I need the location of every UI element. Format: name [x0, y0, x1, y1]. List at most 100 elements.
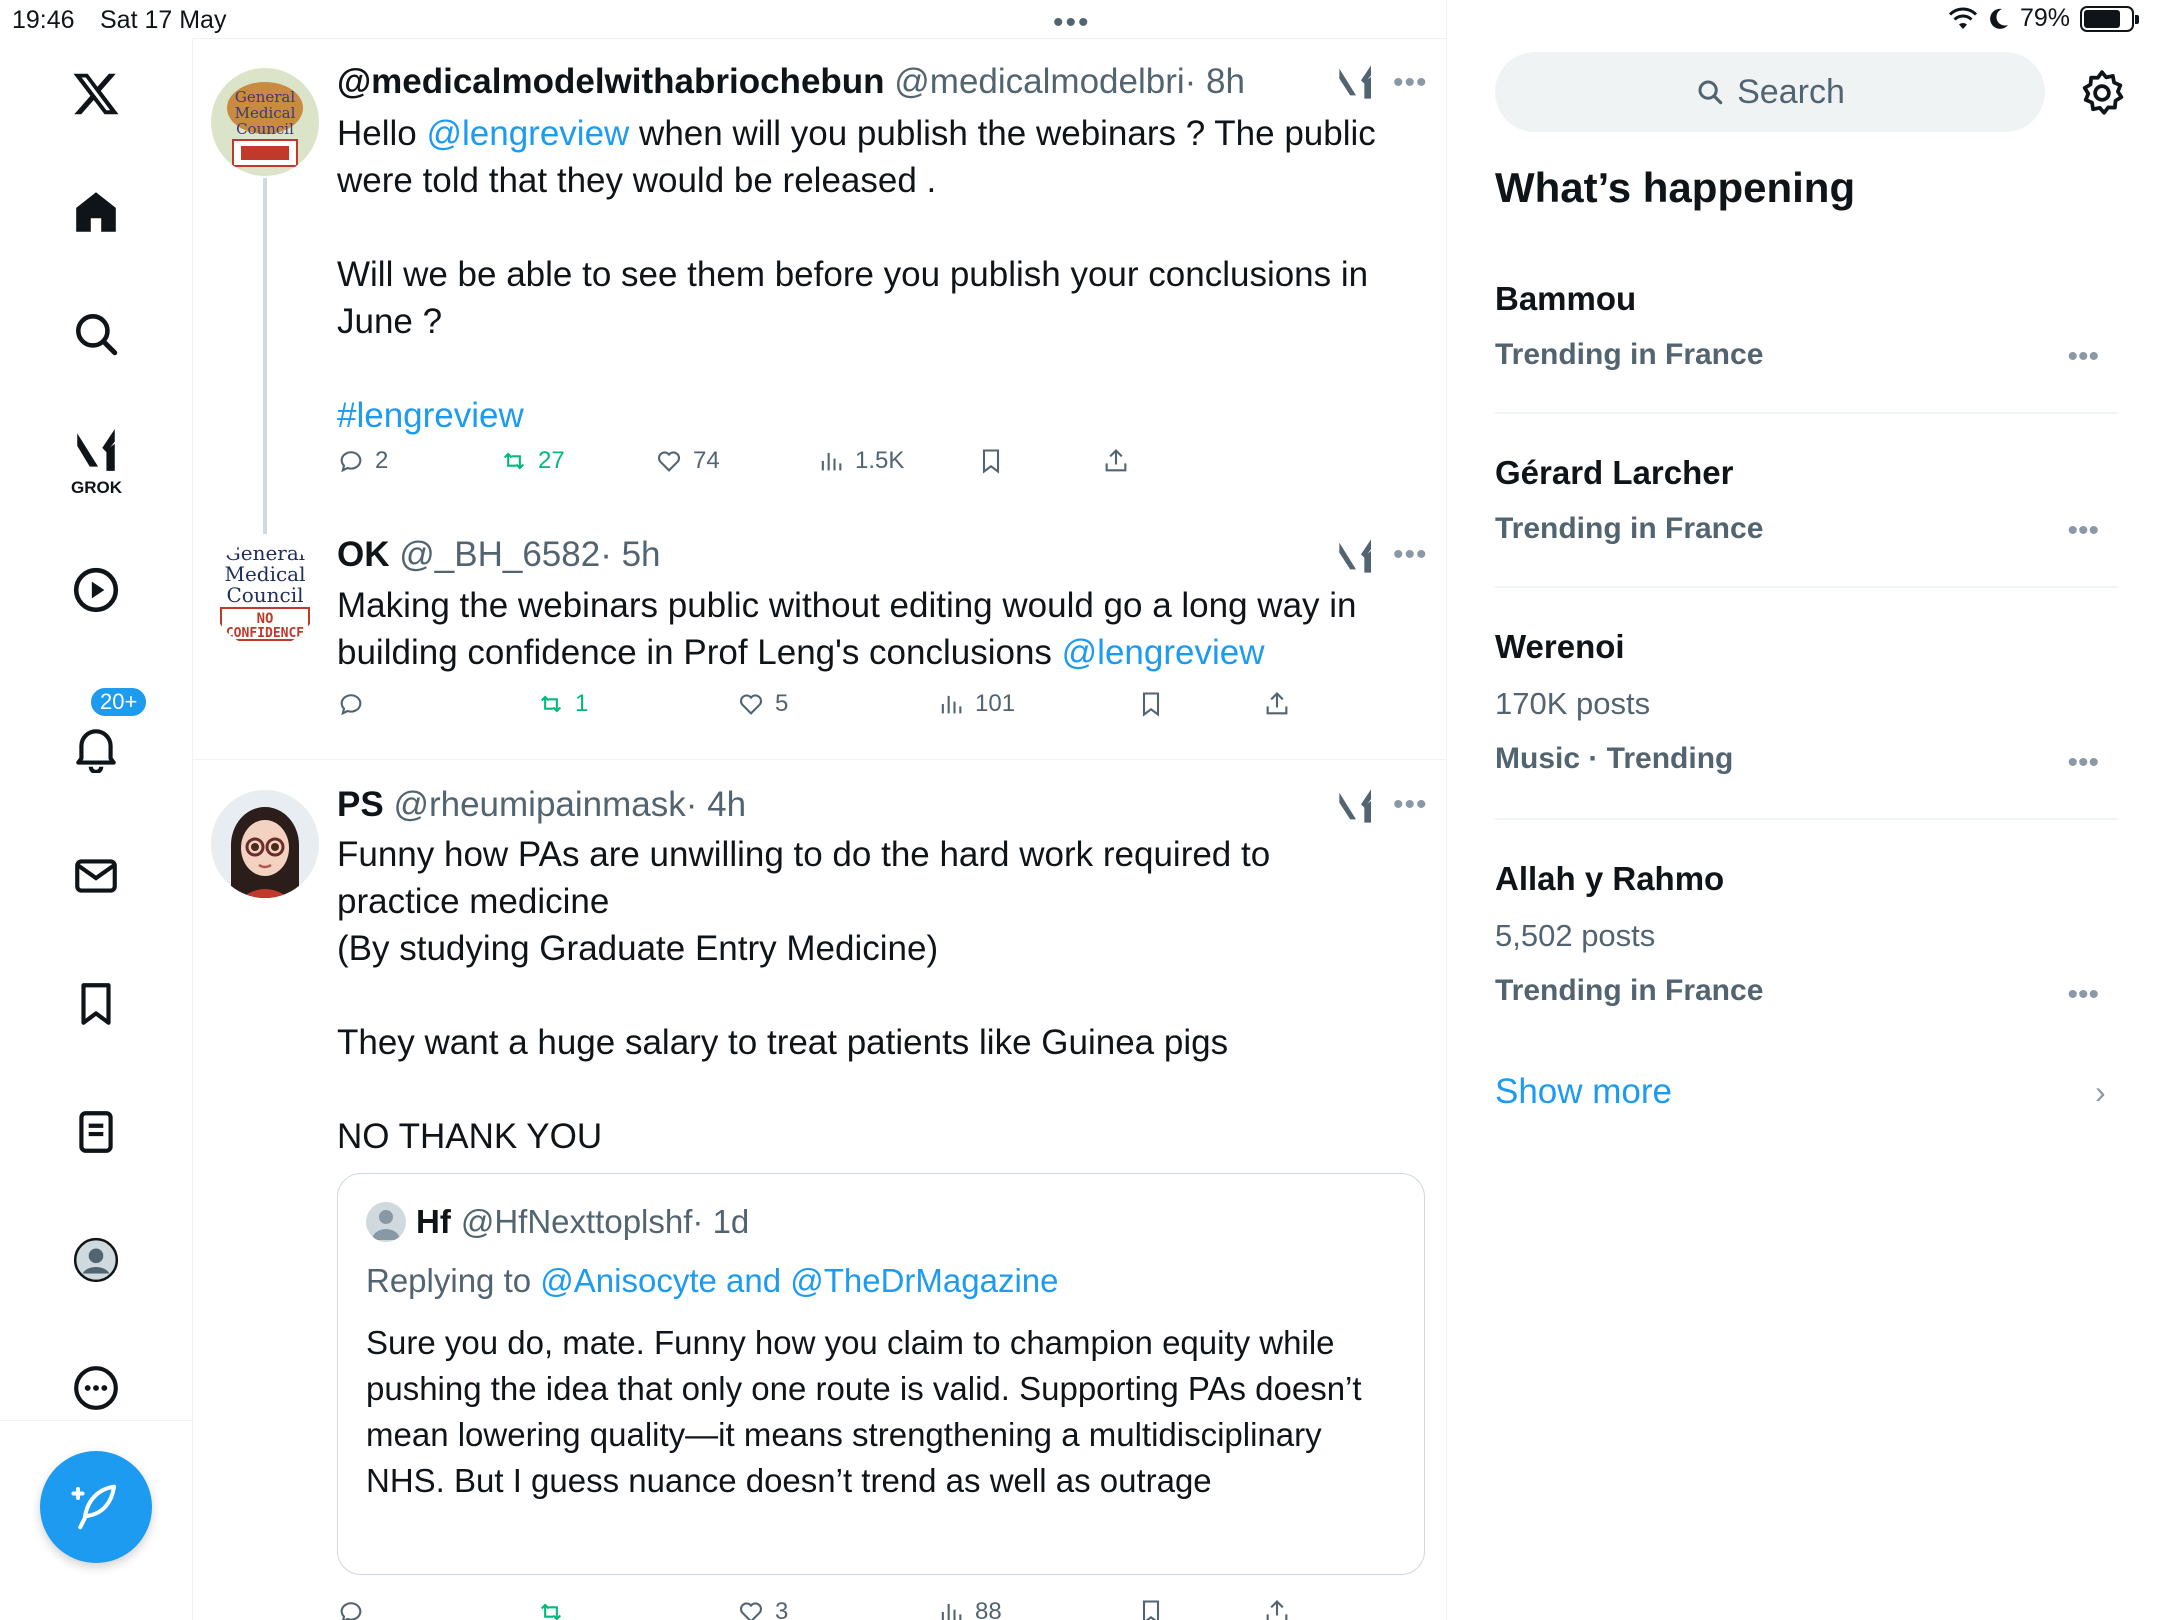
reply-button[interactable]: [337, 690, 365, 718]
share-button[interactable]: [1263, 690, 1291, 718]
trend-item[interactable]: Allah y Rahmo 5,502 posts Trending in Fr…: [1495, 860, 2117, 1011]
post-2-time[interactable]: · 5h: [600, 535, 660, 574]
like-button[interactable]: 74: [655, 447, 720, 475]
quoted-post[interactable]: Hf @HfNexttoplshf · 1d Replying to @Aniso…: [337, 1173, 1425, 1575]
status-time: 19:46: [12, 6, 75, 34]
post-2-mention-link[interactable]: @lengreview: [1062, 633, 1265, 672]
grok-explain-icon[interactable]: [1336, 786, 1376, 826]
x-logo-icon[interactable]: [64, 62, 128, 126]
grok-label: GROK: [71, 478, 122, 497]
grok-explain-icon[interactable]: [1336, 62, 1376, 102]
reply-button[interactable]: [337, 1598, 365, 1620]
post-2-handle[interactable]: @_BH_6582: [399, 535, 600, 574]
repost-icon: [540, 695, 562, 713]
messages-envelope-icon[interactable]: [64, 844, 128, 908]
trend-item[interactable]: Bammou Trending in France •••: [1495, 280, 2117, 374]
trend-more-icon[interactable]: •••: [2067, 514, 2099, 548]
post-1-name[interactable]: @medicalmodelwithabriochebun: [337, 62, 885, 101]
battery-icon: [2080, 5, 2139, 32]
post-3-header: PS @rheumipainmask· 4h: [337, 785, 746, 825]
compose-post-button[interactable]: [40, 1451, 152, 1563]
trend-meta: Music · Trending: [1495, 742, 1734, 775]
views-button[interactable]: 1.5K: [817, 447, 904, 475]
bookmark-icon: [1142, 1600, 1160, 1620]
right-sidebar: Search What’s happening Bammou Trending …: [1447, 38, 2160, 1620]
share-icon: [1266, 1600, 1288, 1620]
post-1-time[interactable]: · 8h: [1185, 62, 1245, 101]
quoted-post-time: · 1d: [692, 1203, 750, 1240]
post-1-avatar[interactable]: General Medical Council: [211, 68, 319, 176]
trend-item[interactable]: Werenoi 170K posts Music · Trending •••: [1495, 628, 2117, 779]
video-play-icon[interactable]: [64, 558, 128, 622]
chevron-right-icon[interactable]: ›: [2095, 1074, 2106, 1111]
trend-meta: Trending in France: [1495, 974, 1764, 1007]
battery-percent: 79%: [2019, 4, 2070, 32]
trend-more-icon[interactable]: •••: [2067, 340, 2099, 374]
whats-happening-title: What’s happening: [1495, 164, 1856, 211]
quoted-post-avatar[interactable]: [366, 1202, 406, 1242]
view-count: 88: [975, 1598, 1002, 1620]
post-1-hashtag-link[interactable]: #lengreview: [337, 396, 524, 435]
grok-explain-icon[interactable]: [1336, 536, 1376, 576]
like-count: 74: [693, 447, 720, 474]
reply-count: 2: [375, 447, 389, 474]
post-3-name[interactable]: PS: [337, 785, 384, 824]
post-2-more-icon[interactable]: •••: [1393, 538, 1428, 572]
post-3-handle[interactable]: @rheumipainmask: [393, 785, 685, 824]
views-button[interactable]: 88: [937, 1598, 1002, 1620]
trend-name: Werenoi: [1495, 628, 1625, 665]
show-more-link[interactable]: Show more: [1495, 1072, 1672, 1112]
repost-count: 1: [575, 690, 589, 717]
repost-button[interactable]: 27: [500, 447, 565, 475]
post-2-name[interactable]: OK: [337, 535, 390, 574]
repost-button[interactable]: 1: [537, 690, 588, 718]
bookmarks-icon[interactable]: [64, 972, 128, 1036]
bookmark-button[interactable]: [1137, 1598, 1165, 1620]
post-3-actions: 3 88: [337, 1598, 1387, 1620]
settings-gear-icon[interactable]: [2077, 68, 2127, 118]
wifi-icon: [1948, 7, 1978, 29]
bookmark-button[interactable]: [1137, 690, 1165, 718]
post-1-mention-link[interactable]: @lengreview: [426, 114, 629, 153]
bookmark-icon: [982, 449, 1000, 474]
post-1-handle[interactable]: @medicalmodelbri: [894, 62, 1184, 101]
post-2-text: Making the webinars public without editi…: [337, 582, 1387, 676]
multitasking-dots-icon[interactable]: •••: [1053, 6, 1091, 40]
like-button[interactable]: 3: [737, 1598, 788, 1620]
notifications-bell-icon[interactable]: [64, 716, 128, 780]
post-2-avatar[interactable]: General Medical Council NO CONFIDENCE: [211, 540, 319, 648]
heart-icon: [739, 694, 763, 715]
view-count: 101: [975, 690, 1016, 717]
grok-icon[interactable]: [64, 418, 128, 482]
moon-icon: [1990, 8, 2008, 29]
trend-item[interactable]: Gérard Larcher Trending in France •••: [1495, 454, 2117, 548]
explore-search-icon[interactable]: [64, 302, 128, 366]
search-icon: [1698, 80, 1723, 105]
trend-more-icon[interactable]: •••: [2067, 746, 2099, 780]
like-button[interactable]: 5: [737, 690, 788, 718]
post-3-more-icon[interactable]: •••: [1393, 788, 1428, 822]
trend-post-count: 5,502 posts: [1495, 918, 1656, 953]
trend-more-icon[interactable]: •••: [2067, 978, 2099, 1012]
repost-icon: [540, 1603, 562, 1620]
quoted-post-text: Sure you do, mate. Funny how you claim t…: [366, 1324, 1362, 1499]
reply-button[interactable]: 2: [337, 447, 388, 475]
share-button[interactable]: [1263, 1598, 1291, 1620]
more-options-icon[interactable]: [64, 1356, 128, 1420]
avatar-text-line-5: CONFIDENCE: [226, 626, 304, 641]
lists-icon[interactable]: [64, 1100, 128, 1164]
search-input[interactable]: Search: [1495, 52, 2045, 132]
top-divider: [193, 38, 1446, 39]
post-3-avatar[interactable]: [211, 790, 319, 898]
trend-meta: Trending in France: [1495, 338, 1764, 371]
post-1-more-icon[interactable]: •••: [1393, 66, 1428, 100]
share-icon: [1105, 449, 1127, 472]
home-icon[interactable]: [64, 180, 128, 244]
views-button[interactable]: 101: [937, 690, 1015, 718]
profile-avatar-icon[interactable]: [64, 1228, 128, 1292]
replying-to-links[interactable]: @Anisocyte and @TheDrMagazine: [540, 1262, 1058, 1299]
bookmark-button[interactable]: [977, 447, 1005, 475]
share-button[interactable]: [1102, 447, 1130, 475]
repost-button[interactable]: [537, 1598, 565, 1620]
post-3-time[interactable]: · 4h: [686, 785, 746, 824]
